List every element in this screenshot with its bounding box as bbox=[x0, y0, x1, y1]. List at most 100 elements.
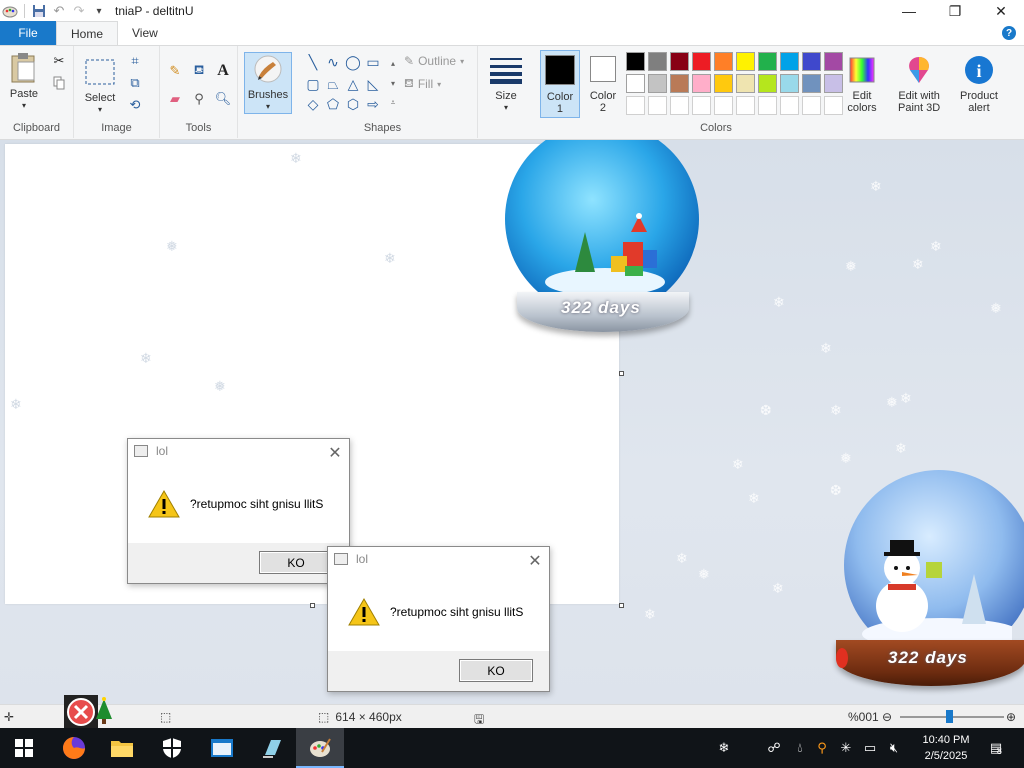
pencil-icon[interactable]: ✎ bbox=[166, 62, 184, 80]
oval-shape-icon[interactable]: ◯ bbox=[344, 54, 362, 70]
clock[interactable]: 10:40 PM 2/5/2025 bbox=[914, 732, 978, 764]
eraser-icon[interactable]: ▰ bbox=[166, 90, 184, 108]
palette-swatch[interactable] bbox=[736, 52, 755, 71]
snowflake-tray-icon[interactable]: ❄ bbox=[714, 728, 734, 768]
volume-muted-icon[interactable]: 🔇︎ bbox=[884, 728, 904, 768]
fill-bucket-icon[interactable]: ⛾ bbox=[190, 62, 208, 80]
notepad-icon[interactable] bbox=[248, 728, 296, 768]
paint-taskbar-icon[interactable] bbox=[296, 728, 344, 768]
zoom-out-button[interactable]: ⊖ bbox=[882, 710, 892, 724]
custom-color-slot[interactable] bbox=[802, 96, 821, 115]
color-picker-icon[interactable]: ⚲ bbox=[190, 90, 208, 108]
start-button[interactable] bbox=[0, 728, 48, 768]
palette-swatch[interactable] bbox=[692, 74, 711, 93]
right-triangle-shape-icon[interactable]: ◺ bbox=[364, 76, 382, 92]
help-icon[interactable]: ? bbox=[1002, 26, 1016, 40]
brightness-icon[interactable]: ✳ bbox=[836, 728, 856, 768]
custom-color-slot[interactable] bbox=[626, 96, 645, 115]
search-tray-icon[interactable]: ⚲ bbox=[812, 728, 832, 768]
resize-handle-bottom[interactable] bbox=[310, 603, 315, 608]
rectangle-shape-icon[interactable]: ▭ bbox=[364, 54, 382, 70]
tab-file[interactable]: File bbox=[0, 21, 56, 45]
pentagon-shape-icon[interactable]: ⬠ bbox=[324, 96, 342, 112]
product-alert-button[interactable]: i Product alert bbox=[960, 54, 998, 114]
shapes-scroll-down-icon[interactable]: ▾ bbox=[384, 74, 402, 92]
shapes-more-icon[interactable]: ⩡ bbox=[384, 94, 402, 112]
palette-swatch[interactable] bbox=[758, 52, 777, 71]
zoom-slider-thumb[interactable] bbox=[946, 710, 953, 723]
palette-swatch[interactable] bbox=[824, 74, 843, 93]
custom-color-slot[interactable] bbox=[670, 96, 689, 115]
resize-icon[interactable]: ⧉ bbox=[126, 74, 144, 92]
palette-swatch[interactable] bbox=[714, 52, 733, 71]
palette-swatch[interactable] bbox=[714, 74, 733, 93]
ok-button[interactable]: KO bbox=[459, 659, 533, 682]
zoom-in-button[interactable]: ⊕ bbox=[1006, 710, 1016, 724]
brushes-button[interactable]: Brushes ▾ bbox=[244, 52, 292, 114]
arrow-shape-icon[interactable]: ⇨ bbox=[364, 96, 382, 112]
shapes-scroll-up-icon[interactable]: ▴ bbox=[384, 54, 402, 72]
ok-button[interactable]: KO bbox=[259, 551, 333, 574]
rounded-rect-shape-icon[interactable]: ▢ bbox=[304, 76, 322, 92]
custom-color-slot[interactable] bbox=[758, 96, 777, 115]
custom-color-slot[interactable] bbox=[692, 96, 711, 115]
redo-icon[interactable]: ↷ bbox=[71, 3, 87, 19]
dialog-close-button[interactable]: ✕ bbox=[327, 443, 343, 463]
custom-color-slot[interactable] bbox=[780, 96, 799, 115]
diamond-shape-icon[interactable]: ◇ bbox=[304, 96, 322, 112]
custom-color-slot[interactable] bbox=[736, 96, 755, 115]
save-icon[interactable] bbox=[31, 3, 47, 19]
curve-shape-icon[interactable]: ∿ bbox=[324, 54, 342, 70]
outline-button[interactable]: ✎ Outline ▾ bbox=[404, 54, 464, 68]
palette-swatch[interactable] bbox=[824, 52, 843, 71]
cut-icon[interactable]: ✂ bbox=[50, 52, 68, 70]
palette-swatch[interactable] bbox=[758, 74, 777, 93]
palette-swatch[interactable] bbox=[736, 74, 755, 93]
edit-with-paint3d-button[interactable]: Edit with Paint 3D bbox=[898, 54, 940, 114]
close-button[interactable]: ✕ bbox=[978, 0, 1024, 22]
resize-handle-right[interactable] bbox=[619, 371, 624, 376]
custom-color-slot[interactable] bbox=[714, 96, 733, 115]
polygon-shape-icon[interactable]: ⏢ bbox=[324, 76, 342, 92]
maximize-button[interactable]: ❐ bbox=[932, 0, 978, 22]
palette-swatch[interactable] bbox=[802, 74, 821, 93]
paint-icon[interactable] bbox=[2, 3, 18, 19]
custom-color-slot[interactable] bbox=[648, 96, 667, 115]
triangle-shape-icon[interactable]: △ bbox=[344, 76, 362, 92]
resize-handle-corner[interactable] bbox=[619, 603, 624, 608]
paste-button[interactable]: Paste ▾ bbox=[8, 52, 40, 112]
paste-dropdown-icon[interactable]: ▾ bbox=[22, 100, 26, 112]
text-icon[interactable]: A bbox=[214, 62, 232, 80]
select-button[interactable]: Select ▾ bbox=[84, 56, 116, 116]
minimize-button[interactable]: — bbox=[886, 0, 932, 22]
size-button[interactable]: Size ▾ bbox=[490, 54, 522, 114]
magnifier-icon[interactable]: 🔍︎ bbox=[214, 90, 232, 108]
palette-swatch[interactable] bbox=[670, 74, 689, 93]
crop-icon[interactable]: ⌗ bbox=[126, 52, 144, 70]
droplet-icon[interactable]: 💧︎ bbox=[790, 728, 810, 768]
fill-button[interactable]: ⛾ Fill ▾ bbox=[404, 76, 441, 92]
palette-swatch[interactable] bbox=[648, 74, 667, 93]
security-shield-icon[interactable] bbox=[148, 728, 196, 768]
rotate-icon[interactable]: ⟲ bbox=[126, 96, 144, 114]
palette-swatch[interactable] bbox=[626, 74, 645, 93]
color2-button[interactable]: Color 2 bbox=[584, 50, 622, 118]
firefox-icon[interactable] bbox=[50, 728, 98, 768]
file-explorer-icon[interactable] bbox=[98, 728, 146, 768]
palette-swatch[interactable] bbox=[670, 52, 689, 71]
palette-swatch[interactable] bbox=[780, 52, 799, 71]
line-shape-icon[interactable]: ╲ bbox=[304, 54, 322, 70]
notification-center-icon[interactable]: ▤ 8 bbox=[982, 728, 1010, 768]
select-dropdown-icon[interactable]: ▾ bbox=[98, 104, 102, 116]
dialog-close-button[interactable]: ✕ bbox=[527, 551, 543, 571]
palette-swatch[interactable] bbox=[802, 52, 821, 71]
undo-icon[interactable]: ↶ bbox=[51, 3, 67, 19]
edit-colors-button[interactable]: Edit colors bbox=[846, 54, 878, 114]
tab-view[interactable]: View bbox=[118, 21, 172, 45]
app-window-icon[interactable] bbox=[198, 728, 246, 768]
palette-swatch[interactable] bbox=[626, 52, 645, 71]
network-icon[interactable]: ▭ bbox=[860, 728, 880, 768]
color1-button[interactable]: Color 1 bbox=[540, 50, 580, 118]
palette-swatch[interactable] bbox=[648, 52, 667, 71]
palette-swatch[interactable] bbox=[692, 52, 711, 71]
